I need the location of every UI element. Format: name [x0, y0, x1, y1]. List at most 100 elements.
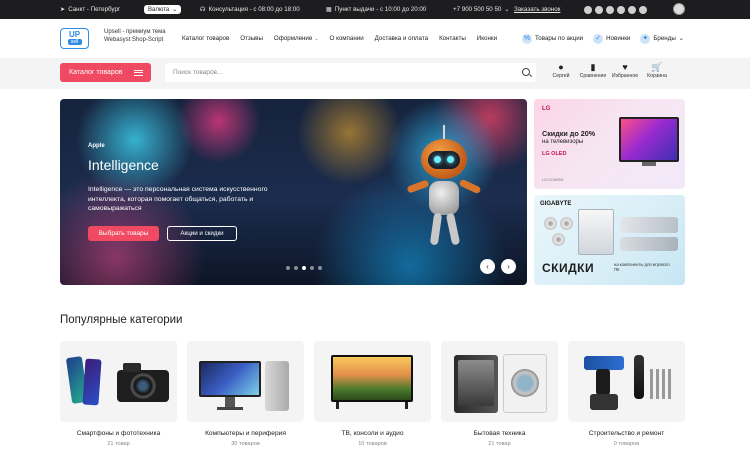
telegram-icon[interactable] — [595, 5, 603, 14]
star-icon: ✦ — [640, 33, 651, 44]
category-name[interactable]: ТВ, консоли и аудио — [314, 430, 431, 437]
user-button[interactable]: ● Сергей — [545, 62, 577, 79]
tagline-line-1: Upsell - премиум тема — [104, 29, 166, 35]
cart-icon: 🛒 — [651, 62, 663, 72]
category-name[interactable]: Бытовая техника — [441, 430, 558, 437]
store-icon: ▦ — [326, 6, 332, 13]
pickup-label: Пункт выдачи - с 10:00 до 20:00 — [334, 6, 427, 13]
top-bar: ➤ Санкт - Петербург Валюта ⌄ ☊ Консульта… — [0, 0, 750, 19]
social-links — [584, 0, 647, 19]
nav-item-catalog[interactable]: Каталог товаров — [182, 35, 229, 42]
headset-icon: ☊ — [200, 6, 206, 13]
category-name[interactable]: Смартфоны и фототехника — [60, 430, 177, 437]
chevron-left-icon[interactable]: ‹ — [480, 259, 495, 274]
tv-stand — [642, 162, 656, 166]
theme-toggle-icon[interactable] — [673, 3, 685, 15]
phone-number[interactable]: +7 900 500 50 50 — [453, 6, 501, 13]
choose-products-button[interactable]: Выбрать товары — [88, 226, 159, 241]
category-image — [568, 341, 685, 422]
chevron-down-icon: ⌄ — [678, 35, 684, 42]
whatsapp-icon[interactable] — [606, 5, 614, 14]
nav-item-design[interactable]: Оформление ⌄ — [274, 35, 319, 42]
category-card[interactable]: Строительство и ремонт 0 товаров — [568, 341, 685, 447]
header-links: % Товары по акции ✓ Новинки ✦ Бренды ⌄ — [522, 19, 684, 58]
carousel-dot-active[interactable] — [302, 266, 306, 270]
gpu-illustration — [620, 217, 678, 233]
catalog-button-label: Каталог товаров — [69, 69, 123, 76]
catalog-button[interactable]: Каталог товаров — [60, 63, 151, 82]
pc-case-illustration — [578, 209, 614, 255]
city-selector[interactable]: ➤ Санкт - Петербург — [60, 0, 120, 19]
gigabyte-banner[interactable]: GIGABYTE СКИДКИ на компоненты для игрово… — [534, 195, 685, 285]
favorites-button[interactable]: ♥ Избранное — [609, 62, 641, 79]
consultation-info: ☊ Консультация - с 08:00 до 18:00 — [200, 0, 300, 19]
category-count: 0 товаров — [613, 441, 640, 447]
callback-label[interactable]: Заказать звонок — [514, 6, 560, 13]
currency-selector[interactable]: Валюта ⌄ — [144, 0, 182, 19]
heart-icon: ♥ — [622, 62, 628, 72]
main-nav: Каталог товаров Отзывы Оформление ⌄ О ком… — [182, 19, 497, 58]
fan-illustration — [544, 217, 557, 230]
nav-item-icons[interactable]: Иконки — [477, 35, 497, 42]
category-name[interactable]: Компьютеры и периферия — [187, 430, 304, 437]
tv-illustration — [619, 117, 679, 162]
nav-item-delivery[interactable]: Доставка и оплата — [375, 35, 428, 42]
category-count: 21 товар — [107, 441, 130, 447]
gigabyte-banner-subtitle: на компоненты для игрового ПК — [614, 262, 670, 273]
check-icon: ✓ — [593, 33, 604, 44]
carousel-dots — [286, 266, 322, 270]
lg-footnote: LG.COM/RU — [542, 178, 564, 182]
cart-label: Корзина — [647, 73, 667, 79]
phone-link[interactable]: +7 900 500 50 50 ⌄ — [453, 0, 510, 19]
carousel-dot[interactable] — [310, 266, 314, 270]
category-image — [441, 341, 558, 422]
category-image — [314, 341, 431, 422]
vk-icon[interactable] — [584, 5, 592, 14]
category-name[interactable]: Строительство и ремонт — [568, 430, 685, 437]
nav-item-reviews[interactable]: Отзывы — [240, 35, 263, 42]
callback-link[interactable]: Заказать звонок — [514, 0, 560, 19]
hero-banner[interactable]: Apple Intelligence Intelligence — это пе… — [60, 99, 527, 285]
user-icon: ● — [558, 62, 564, 72]
chevron-down-icon: ⌄ — [314, 36, 319, 42]
chevron-down-icon: ⌄ — [504, 6, 510, 13]
pickup-info: ▦ Пункт выдачи - с 10:00 до 20:00 — [326, 0, 426, 19]
category-card[interactable]: Бытовая техника 21 товар — [441, 341, 558, 447]
search-input[interactable]: Поиск товаров... — [165, 63, 536, 82]
search-placeholder: Поиск товаров... — [173, 69, 223, 76]
logo-sell: sell — [67, 39, 82, 45]
compare-icon: ▮ — [590, 62, 596, 72]
hero-title: Intelligence — [88, 157, 159, 173]
carousel-dot[interactable] — [294, 266, 298, 270]
nav-item-about[interactable]: О компании — [330, 35, 364, 42]
category-card[interactable]: Компьютеры и периферия 30 товаров — [187, 341, 304, 447]
hero-description: Intelligence — это персональная система … — [88, 186, 268, 212]
category-image — [60, 341, 177, 422]
cart-button[interactable]: 🛒 Корзина — [641, 62, 673, 79]
new-label: Новинки — [606, 35, 631, 42]
brands-link[interactable]: ✦ Бренды ⌄ — [640, 33, 684, 44]
promo-link[interactable]: % Товары по акции — [522, 33, 583, 44]
category-card[interactable]: Смартфоны и фототехника 21 товар — [60, 341, 177, 447]
compare-button[interactable]: ▮ Сравнение — [577, 62, 609, 79]
compare-label: Сравнение — [579, 73, 607, 79]
nav-item-contacts[interactable]: Контакты — [439, 35, 466, 42]
chevron-down-icon: ⌄ — [172, 7, 178, 13]
section-title: Популярные категории — [60, 314, 183, 326]
category-card[interactable]: ТВ, консоли и аудио 10 товаров — [314, 341, 431, 447]
promotions-button[interactable]: Акции и скидки — [167, 226, 237, 241]
lg-banner-title-line-2: на телевизоры — [542, 139, 584, 145]
new-link[interactable]: ✓ Новинки — [593, 33, 631, 44]
carousel-dot[interactable] — [318, 266, 322, 270]
plus-icon[interactable] — [639, 5, 647, 14]
logo[interactable]: UP sell — [60, 28, 89, 49]
favorites-label: Избранное — [611, 73, 639, 79]
lg-banner-title: Скидки до 20% на телевизоры — [542, 129, 595, 147]
currency-dropdown[interactable]: Валюта ⌄ — [144, 5, 182, 14]
rutube-icon[interactable] — [617, 5, 625, 14]
carousel-dot[interactable] — [286, 266, 290, 270]
tiktok-icon[interactable] — [628, 5, 636, 14]
chevron-right-icon[interactable]: › — [501, 259, 516, 274]
lg-banner[interactable]: LG Скидки до 20% на телевизоры LG OLED L… — [534, 99, 685, 189]
search-icon[interactable] — [522, 68, 530, 76]
